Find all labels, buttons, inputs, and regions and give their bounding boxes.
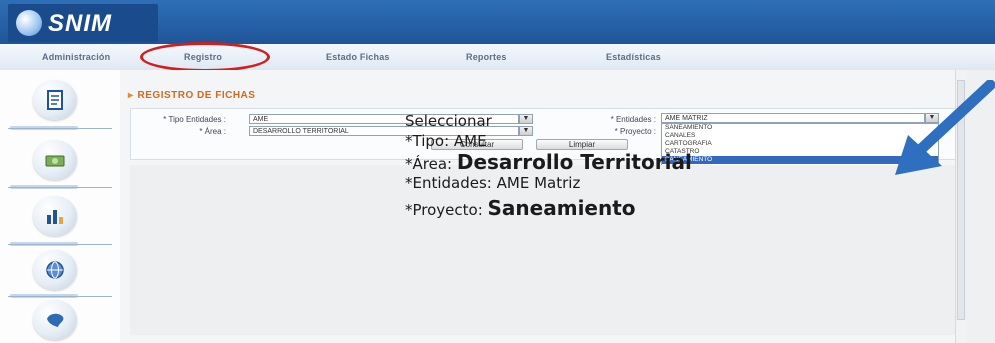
document-icon[interactable] bbox=[33, 80, 77, 120]
instruction-tipo-value: AME bbox=[453, 132, 487, 150]
sidebar-divider bbox=[8, 296, 112, 297]
sidebar-divider bbox=[8, 187, 112, 188]
map-icon[interactable] bbox=[33, 300, 77, 340]
instruction-area-prefix: *Área: bbox=[405, 155, 457, 173]
pointer-arrow-icon bbox=[895, 80, 995, 175]
app-header: SNIM bbox=[0, 0, 995, 44]
nav-item-administracion[interactable]: Administración bbox=[42, 52, 110, 62]
registro-highlight-oval bbox=[140, 42, 270, 72]
nav-item-reportes[interactable]: Reportes bbox=[466, 52, 507, 62]
instruction-tipo: *Tipo: AME bbox=[405, 132, 692, 150]
globe-icon[interactable] bbox=[33, 250, 77, 290]
cash-icon[interactable] bbox=[33, 140, 77, 180]
instruction-entidades-prefix: *Entidades: bbox=[405, 174, 497, 192]
nav-item-estado-fichas[interactable]: Estado Fichas bbox=[326, 52, 390, 62]
entidades-select[interactable]: AME MATRIZ bbox=[661, 113, 925, 123]
logo-globe-icon bbox=[16, 10, 42, 36]
instruction-area-value: Desarrollo Territorial bbox=[456, 150, 692, 174]
instruction-proyecto-value: Saneamiento bbox=[487, 196, 636, 220]
tipo-entidades-label: * Tipo Entidades : bbox=[163, 115, 226, 124]
instruction-proyecto: *Proyecto: Saneamiento bbox=[405, 196, 692, 220]
instruction-area: *Área: Desarrollo Territorial bbox=[405, 150, 692, 174]
instruction-entidades-value: AME Matriz bbox=[496, 174, 581, 192]
instructions-heading: Seleccionar bbox=[405, 112, 492, 130]
sidebar-divider bbox=[8, 244, 112, 245]
sidebar bbox=[0, 70, 121, 343]
instruction-tipo-prefix: *Tipo: bbox=[405, 132, 454, 150]
instructions-overlay: Seleccionar *Tipo: AME *Área: Desarrollo… bbox=[405, 112, 692, 220]
area-label: * Área : bbox=[199, 127, 226, 136]
instruction-entidades: *Entidades: AME Matriz bbox=[405, 174, 692, 192]
logo-text: SNIM bbox=[48, 10, 112, 37]
nav-item-estadisticas[interactable]: Estadísticas bbox=[606, 52, 661, 62]
chart-icon[interactable] bbox=[33, 196, 77, 236]
instruction-proyecto-prefix: *Proyecto: bbox=[405, 201, 488, 219]
sidebar-divider bbox=[8, 128, 112, 129]
app-logo[interactable]: SNIM bbox=[8, 4, 158, 42]
section-title: ▸ REGISTRO DE FICHAS bbox=[128, 90, 256, 101]
